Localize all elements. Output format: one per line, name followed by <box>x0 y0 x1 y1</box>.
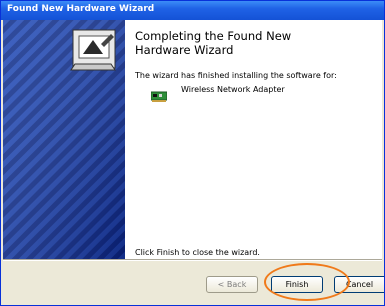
footer-separator <box>3 259 382 261</box>
wizard-side-panel <box>3 20 125 259</box>
wizard-content: Completing the Found New Hardware Wizard… <box>3 20 382 259</box>
wizard-window: Found New Hardware Wizard Completing the… <box>0 0 385 306</box>
page-title: Completing the Found New Hardware Wizard <box>135 29 291 57</box>
hardware-wizard-icon <box>70 29 116 71</box>
side-panel-pattern <box>3 20 125 259</box>
device-name: Wireless Network Adapter <box>181 85 285 94</box>
finish-highlight-annotation <box>264 263 350 301</box>
intro-text: The wizard has finished installing the s… <box>135 71 337 80</box>
finish-instruction: Click Finish to close the wizard. <box>135 248 260 257</box>
back-button[interactable]: < Back <box>206 276 258 293</box>
page-title-line-2: Hardware Wizard <box>135 43 234 57</box>
page-title-line-1: Completing the Found New <box>135 29 292 43</box>
window-title: Found New Hardware Wizard <box>7 4 155 14</box>
network-card-icon <box>151 91 167 102</box>
title-bar[interactable]: Found New Hardware Wizard <box>1 1 384 20</box>
